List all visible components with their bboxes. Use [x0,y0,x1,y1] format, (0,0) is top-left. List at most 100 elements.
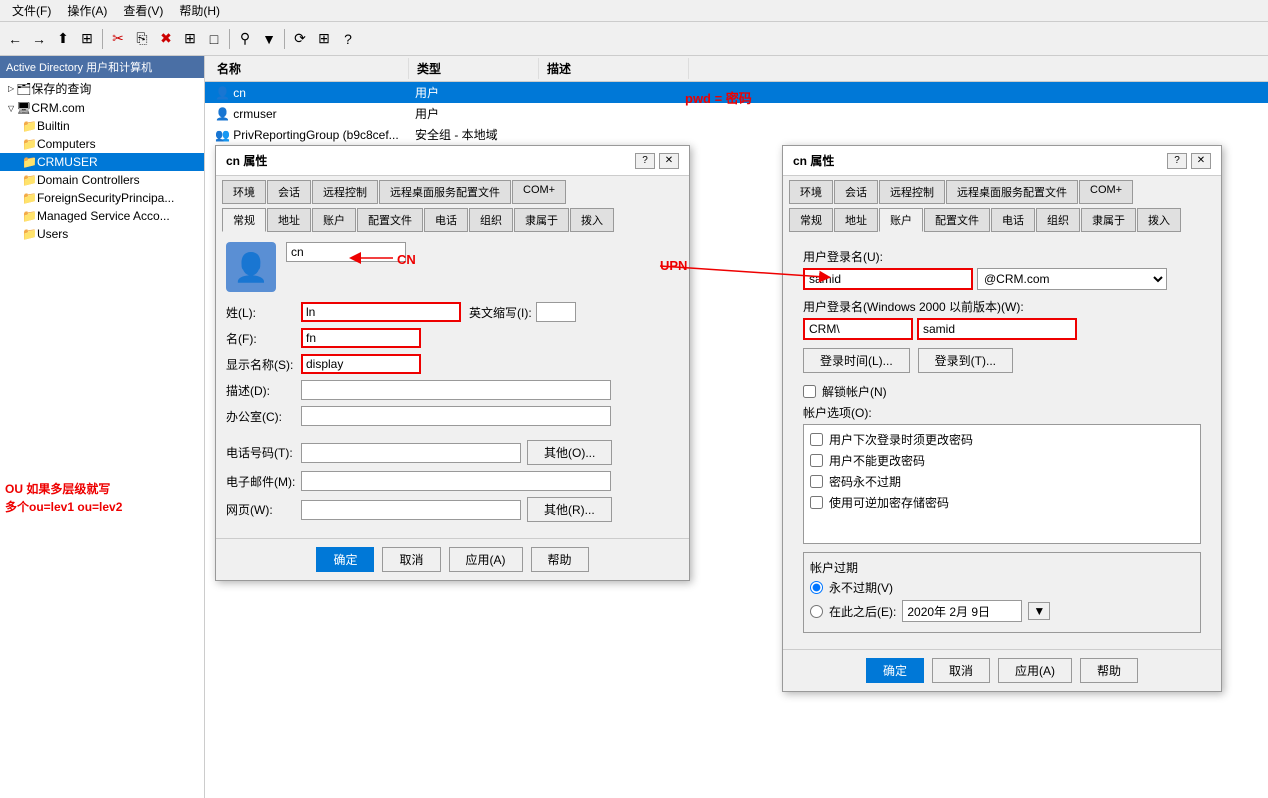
dialog2-help-btn2[interactable]: 帮助 [1080,658,1138,683]
expire-never-radio[interactable] [810,581,823,594]
d2-tab-org[interactable]: 组织 [1036,208,1080,232]
tb-forward[interactable]: → [28,28,50,50]
menu-help[interactable]: 帮助(H) [171,0,228,21]
domain-select[interactable]: @CRM.com [977,268,1167,290]
tab-account[interactable]: 账户 [312,208,356,232]
dialog1-ok-btn[interactable]: 确定 [316,547,374,572]
d2-tab-member[interactable]: 隶属于 [1081,208,1136,232]
dialog1-close-btn[interactable]: ✕ [659,153,679,169]
d2-tab-account[interactable]: 账户 [879,208,923,232]
expire-date-picker[interactable]: ▼ [1028,602,1050,620]
unlock-checkbox[interactable] [803,385,816,398]
tab-org[interactable]: 组织 [469,208,513,232]
tb-back[interactable]: ← [4,28,26,50]
d2-tab-general[interactable]: 常规 [789,208,833,232]
tb-sep1 [102,29,103,49]
tab-profile[interactable]: 配置文件 [357,208,423,232]
dialog2-help-btn[interactable]: ? [1167,153,1187,169]
tab-remote-ctrl[interactable]: 远程控制 [312,180,378,204]
d2-tab-profile[interactable]: 配置文件 [924,208,990,232]
menu-action[interactable]: 操作(A) [59,0,115,21]
expire-after-radio[interactable] [810,605,823,618]
tab-phone[interactable]: 电话 [424,208,468,232]
tb-properties[interactable]: ⊞ [179,28,201,50]
tab-general[interactable]: 常规 [222,208,266,232]
logon-time-btn[interactable]: 登录时间(L)... [803,348,910,373]
d2-tab-session[interactable]: 会话 [834,180,878,204]
input-surname[interactable] [301,302,461,322]
tree-item-managed[interactable]: 📁 Managed Service Acco... [0,207,204,225]
tree-item-users[interactable]: 📁 Users [0,225,204,243]
tree-item-crmuser[interactable]: 📁 CRMUSER [0,153,204,171]
tab-env[interactable]: 环境 [222,180,266,204]
pre2000-value-input[interactable] [917,318,1077,340]
other-phone-btn[interactable]: 其他(O)... [527,440,612,465]
logon-input[interactable] [803,268,973,290]
opt-cb-3[interactable] [810,475,823,488]
tb-copy[interactable]: ⎘ [131,28,153,50]
input-abbr[interactable] [536,302,576,322]
cn-name-input[interactable] [286,242,406,262]
tree-item-crm[interactable]: ▽ 🖥 CRM.com [0,99,204,117]
folder-icon-managed: 📁 [22,209,37,223]
dialog2-apply-btn[interactable]: 应用(A) [998,658,1072,683]
d2-tab-dial[interactable]: 拨入 [1137,208,1181,232]
menu-file[interactable]: 文件(F) [4,0,59,21]
pre2000-prefix-input[interactable] [803,318,913,340]
dialog1-help-btn2[interactable]: 帮助 [531,547,589,572]
tb-cut[interactable]: ✂ [107,28,129,50]
tree-item-dc[interactable]: 📁 Domain Controllers [0,171,204,189]
tb-new[interactable]: □ [203,28,225,50]
dialog-account: cn 属性 ? ✕ 环境 会话 远程控制 远程桌面服务配置文件 COM+ 常规 … [782,145,1222,692]
tb-help[interactable]: ? [337,28,359,50]
d2-tab-remote-ctrl[interactable]: 远程控制 [879,180,945,204]
tree-item-builtin[interactable]: 📁 Builtin [0,117,204,135]
tb-show-tree[interactable]: ⊞ [76,28,98,50]
logon-to-btn[interactable]: 登录到(T)... [918,348,1013,373]
opt-label-2: 用户不能更改密码 [829,452,925,469]
tb-filter[interactable]: ▼ [258,28,280,50]
tb-up[interactable]: ⬆ [52,28,74,50]
opt-cb-4[interactable] [810,496,823,509]
other-webpage-btn[interactable]: 其他(R)... [527,497,612,522]
tab-remote-desktop[interactable]: 远程桌面服务配置文件 [379,180,511,204]
tab-dial[interactable]: 拨入 [570,208,614,232]
input-displayname[interactable] [301,354,421,374]
row-priv-reporting[interactable]: 👥 PrivReportingGroup (b9c8cef... 安全组 - 本… [205,124,1268,145]
menu-view[interactable]: 查看(V) [115,0,171,21]
d2-tab-address[interactable]: 地址 [834,208,878,232]
input-firstname[interactable] [301,328,421,348]
tb-refresh[interactable]: ⟳ [289,28,311,50]
dialog2-cancel-btn[interactable]: 取消 [932,658,990,683]
input-email[interactable] [301,471,611,491]
dialog1-apply-btn[interactable]: 应用(A) [449,547,523,572]
user-icon-area: 👤 [226,242,679,292]
opt-cb-2[interactable] [810,454,823,467]
input-office[interactable] [301,406,611,426]
dialog2-close-btn[interactable]: ✕ [1191,153,1211,169]
tree-item-foreign[interactable]: 📁 ForeignSecurityPrincipa... [0,189,204,207]
tab-com[interactable]: COM+ [512,180,566,204]
tab-address[interactable]: 地址 [267,208,311,232]
input-phone[interactable] [301,443,521,463]
opt-cb-1[interactable] [810,433,823,446]
dialog1-cancel-btn[interactable]: 取消 [382,547,440,572]
tb-delete[interactable]: ✖ [155,28,177,50]
d2-tab-env[interactable]: 环境 [789,180,833,204]
input-webpage[interactable] [301,500,521,520]
tab-session[interactable]: 会话 [267,180,311,204]
tb-find[interactable]: ⚲ [234,28,256,50]
dialog2-ok-btn[interactable]: 确定 [866,658,924,683]
tb-export[interactable]: ⊞ [313,28,335,50]
d2-tab-phone[interactable]: 电话 [991,208,1035,232]
tree-item-computers[interactable]: 📁 Computers [0,135,204,153]
dialog1-help-btn[interactable]: ? [635,153,655,169]
tree-item-saved-queries[interactable]: ▷ 🗂 保存的查询 [0,78,204,99]
expire-after-row: 在此之后(E): ▼ [810,600,1194,622]
input-desc[interactable] [301,380,611,400]
expire-date-input[interactable] [902,600,1022,622]
tab-member-of[interactable]: 隶属于 [514,208,569,232]
d2-tab-remote-desktop[interactable]: 远程桌面服务配置文件 [946,180,1078,204]
d2-tab-com[interactable]: COM+ [1079,180,1133,204]
tree-label-crmuser: CRMUSER [37,155,98,169]
